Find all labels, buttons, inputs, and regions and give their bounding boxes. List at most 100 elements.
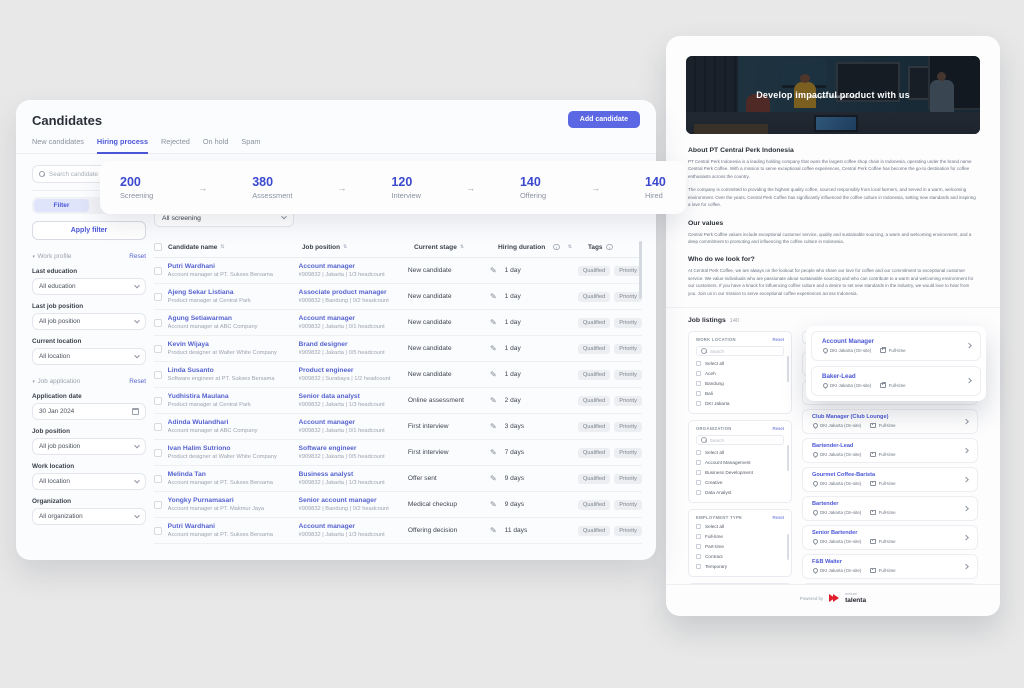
add-candidate-button[interactable]: Add candidate (567, 111, 640, 128)
tab-on-hold[interactable]: On hold (203, 137, 229, 153)
job-card[interactable]: Account Manager DKI Jakarta (On-site) Fu… (811, 331, 981, 361)
candidate-name-link[interactable]: Linda Susanto (168, 367, 299, 374)
table-scrollbar[interactable] (639, 241, 642, 299)
edit-icon[interactable]: ✎ (490, 292, 497, 301)
filter-option[interactable]: Creative (696, 478, 784, 486)
filter-option[interactable]: Account Management (696, 458, 784, 466)
filter-option[interactable]: Data Analyst (696, 488, 784, 496)
table-row[interactable]: Putri Wardhani Account manager at PT. Su… (154, 518, 642, 544)
job-title[interactable]: Bartender (812, 501, 968, 507)
candidate-name-link[interactable]: Melinda Tan (168, 471, 299, 478)
reset-link[interactable]: Reset (129, 378, 146, 385)
job-position-link[interactable]: Brand designer (299, 341, 408, 348)
candidate-name-link[interactable]: Ajeng Sekar Listiana (168, 289, 299, 296)
info-icon[interactable]: i (553, 243, 560, 251)
tab-rejected[interactable]: Rejected (161, 137, 190, 153)
table-row[interactable]: Yudhistira Maulana Product manager at Ce… (154, 388, 642, 414)
filter-option[interactable]: Contract (696, 552, 784, 560)
job-title[interactable]: Account Manager (822, 338, 970, 345)
filter-reset-link[interactable]: Reset (773, 337, 784, 342)
pipeline-stage-interview[interactable]: 120 Interview (391, 175, 421, 200)
tab-hiring-process[interactable]: Hiring process (96, 137, 149, 154)
filter-option[interactable]: Select all (696, 359, 784, 367)
edit-icon[interactable]: ✎ (490, 396, 497, 405)
filter-option[interactable]: Business Development (696, 468, 784, 476)
job-card[interactable]: Senior Bartender DKI Jakarta (On-site) F… (802, 525, 978, 551)
edit-icon[interactable]: ✎ (490, 370, 497, 379)
job-title[interactable]: Club Manager (Club Lounge) (812, 414, 968, 420)
table-row[interactable]: Melinda Tan Account manager at PT. Sukse… (154, 466, 642, 492)
job-title[interactable]: Baker-Lead (822, 373, 970, 380)
scrollbar[interactable] (787, 356, 789, 383)
pipeline-stage-screening[interactable]: 200 Screening (120, 175, 153, 200)
edit-icon[interactable]: ✎ (490, 266, 497, 275)
checkbox[interactable] (696, 370, 701, 376)
job-title[interactable]: Bartender-Lead (812, 443, 968, 449)
checkbox[interactable] (696, 380, 701, 386)
edit-icon[interactable]: ✎ (490, 422, 497, 431)
sort-icon[interactable]: ⇅ (568, 244, 572, 250)
candidate-name-link[interactable]: Putri Wardhani (168, 263, 299, 270)
job-position-link[interactable]: Software engineer (299, 445, 408, 452)
table-row[interactable]: Yongky Purnamasari Account manager at PT… (154, 492, 642, 518)
filter-reset-link[interactable]: Reset (773, 426, 784, 431)
checkbox[interactable] (696, 479, 701, 485)
row-checkbox[interactable] (154, 526, 162, 535)
job-card[interactable]: Baker-Lead DKI Jakarta (On-site) Full-ti… (811, 366, 981, 396)
row-checkbox[interactable] (154, 474, 162, 483)
pipeline-stage-offering[interactable]: 140 Offering (520, 175, 546, 200)
filter-option[interactable]: Full-time (696, 532, 784, 540)
checkbox[interactable] (696, 469, 701, 475)
job-position-link[interactable]: Senior data analyst (299, 393, 408, 400)
job-position-link[interactable]: Account manager (299, 523, 408, 530)
caret-down-icon[interactable]: ▾ (32, 254, 35, 260)
job-position-link[interactable]: Account manager (299, 263, 408, 270)
sort-icon[interactable]: ⇅ (460, 244, 464, 250)
job-card[interactable]: Gourmet Coffee-Barista DKI Jakarta (On-s… (802, 467, 978, 493)
job-position-link[interactable]: Account manager (299, 419, 408, 426)
checkbox[interactable] (696, 449, 701, 455)
scrollbar[interactable] (787, 445, 789, 472)
checkbox[interactable] (696, 533, 701, 539)
reset-link[interactable]: Reset (129, 253, 146, 260)
row-checkbox[interactable] (154, 318, 162, 327)
edit-icon[interactable]: ✎ (490, 344, 497, 353)
checkbox[interactable] (696, 360, 701, 366)
sort-icon[interactable]: ⇅ (343, 244, 347, 250)
info-icon[interactable]: i (606, 243, 613, 251)
table-row[interactable]: Adinda Wulandhari Account manager at ABC… (154, 414, 642, 440)
table-row[interactable]: Kevin Wijaya Product designer at Walter … (154, 336, 642, 362)
job-card[interactable]: Club Manager (Club Lounge) DKI Jakarta (… (802, 409, 978, 435)
candidate-name-link[interactable]: Yongky Purnamasari (168, 497, 299, 504)
job-title[interactable]: Senior Bartender (812, 530, 968, 536)
checkbox[interactable] (696, 400, 701, 406)
job-position-link[interactable]: Account manager (299, 315, 408, 322)
candidate-name-link[interactable]: Kevin Wijaya (168, 341, 299, 348)
job-position-link[interactable]: Business analyst (299, 471, 408, 478)
filter-select[interactable]: All education (32, 278, 146, 295)
section-work-profile[interactable]: Work profile (38, 253, 72, 260)
candidate-name-link[interactable]: Putri Wardhani (168, 523, 299, 530)
row-checkbox[interactable] (154, 396, 162, 405)
filter-option[interactable]: Select all (696, 522, 784, 530)
edit-icon[interactable]: ✎ (490, 474, 497, 483)
checkbox[interactable] (696, 563, 701, 569)
row-checkbox[interactable] (154, 344, 162, 353)
job-card[interactable]: Bartender DKI Jakarta (On-site) Full-tim… (802, 496, 978, 522)
edit-icon[interactable]: ✎ (490, 526, 497, 535)
checkbox[interactable] (696, 523, 701, 529)
tab-spam[interactable]: Spam (241, 137, 260, 153)
candidate-name-link[interactable]: Adinda Wulandhari (168, 419, 299, 426)
pipeline-stage-hired[interactable]: 140 Hired (645, 175, 666, 200)
filter-select[interactable]: All job position (32, 438, 146, 455)
tab-new-candidates[interactable]: New candidates (32, 137, 84, 153)
filter-option[interactable]: Temporary (696, 562, 784, 570)
application-date-picker[interactable]: 30 Jan 2024 (32, 403, 146, 420)
row-checkbox[interactable] (154, 500, 162, 509)
row-checkbox[interactable] (154, 448, 162, 457)
checkbox[interactable] (696, 459, 701, 465)
edit-icon[interactable]: ✎ (490, 448, 497, 457)
checkbox[interactable] (696, 489, 701, 495)
filter-option[interactable]: DKI Jakarta (696, 399, 784, 407)
row-checkbox[interactable] (154, 292, 162, 301)
